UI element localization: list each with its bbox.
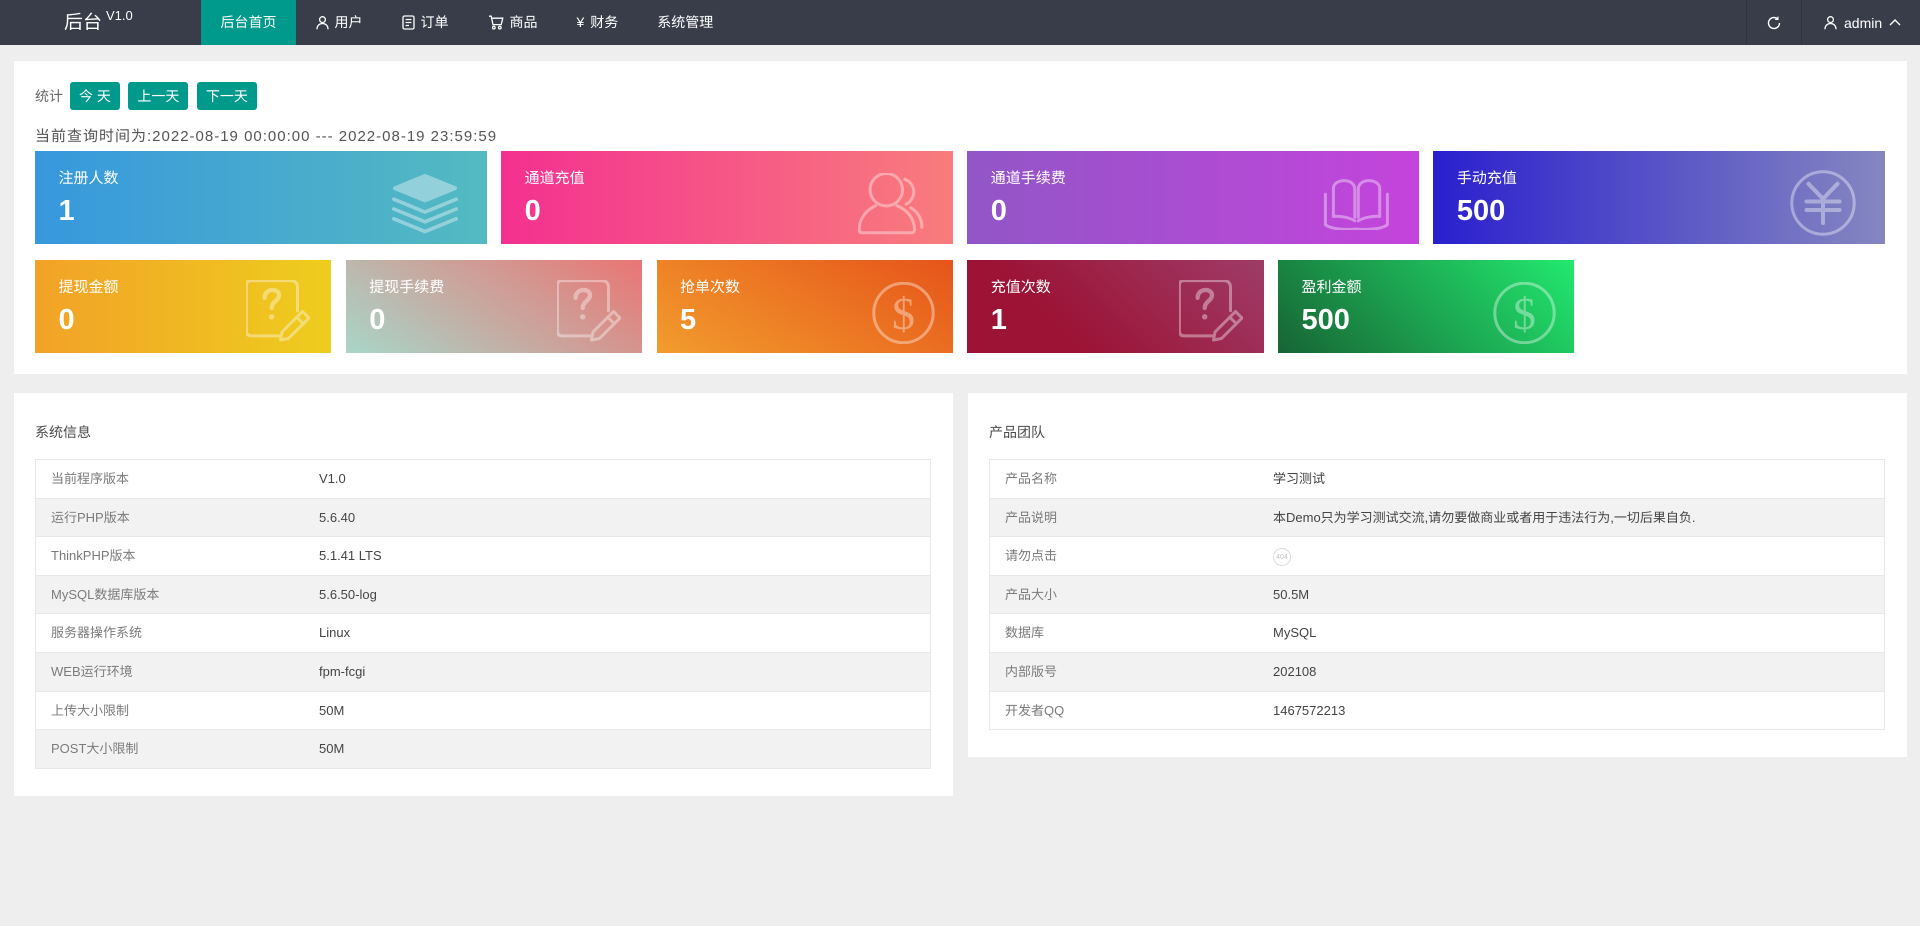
svg-text:$: $ [1513,288,1536,339]
svg-text:$: $ [892,288,915,339]
